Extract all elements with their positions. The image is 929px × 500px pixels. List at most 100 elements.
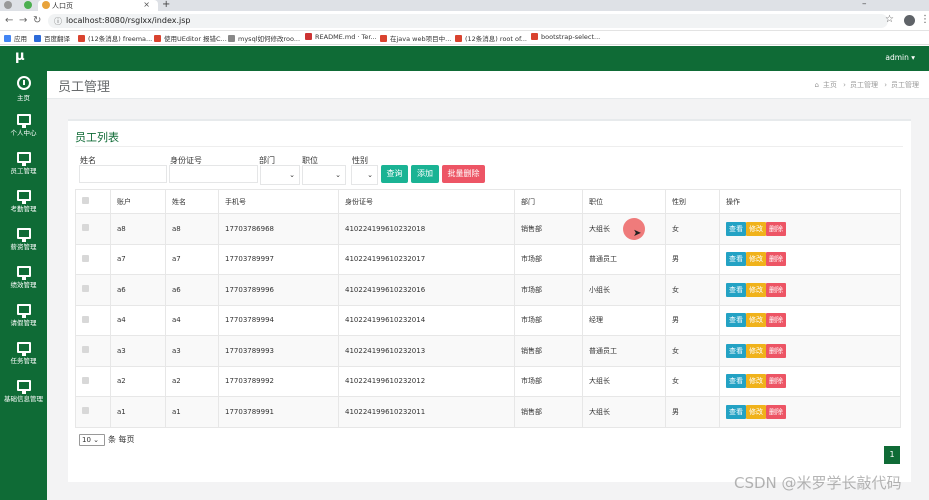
position-filter-select[interactable]: ⌄ [302, 165, 346, 185]
bookmark-item[interactable]: 在java web项目中... [380, 33, 451, 43]
sidebar-item-basic-info[interactable]: 基础信息管理 [0, 375, 47, 413]
add-button[interactable]: 添加 [411, 165, 439, 183]
row-checkbox[interactable] [82, 346, 89, 354]
column-header[interactable]: 部门 [514, 189, 583, 214]
row-checkbox[interactable] [82, 376, 89, 384]
url-field[interactable]: ⓘ localhost:8080/rsglxx/index.jsp [48, 14, 888, 28]
cell-name: a7 [165, 243, 219, 275]
batch-delete-button[interactable]: 批量删除 [442, 165, 485, 183]
name-filter-input[interactable] [79, 165, 167, 183]
breadcrumb-item[interactable]: 员工管理 [850, 81, 878, 89]
edit-button[interactable]: 修改 [746, 374, 766, 389]
view-button[interactable]: 查看 [726, 374, 746, 389]
sidebar-item-salary[interactable]: 薪资管理 [0, 223, 47, 261]
row-checkbox-cell [75, 243, 111, 275]
cell-actions: 查看 修改 删除 [719, 304, 901, 336]
row-checkbox-cell [75, 335, 111, 367]
row-checkbox[interactable] [82, 407, 89, 415]
bookmark-item[interactable]: (12条消息) root of... [455, 33, 527, 43]
edit-button[interactable]: 修改 [746, 252, 766, 267]
bookmark-item[interactable]: bootstrap-select... [531, 33, 600, 41]
browser-menu-icon[interactable]: ⋮ [920, 14, 929, 25]
sidebar-item-attendance[interactable]: 考勤管理 [0, 185, 47, 223]
site-info-icon[interactable]: ⓘ [54, 16, 62, 27]
bookmark-star-icon[interactable]: ☆ [885, 14, 894, 25]
pagination-page-1[interactable]: 1 [884, 446, 900, 464]
monitor-icon [16, 152, 31, 166]
edit-button[interactable]: 修改 [746, 404, 766, 419]
page-title: 员工管理 [58, 80, 111, 95]
new-tab-icon[interactable]: + [162, 0, 170, 10]
cell-phone: 17703789993 [218, 335, 339, 367]
sidebar: 主页 个人中心 员工管理 考勤管理 薪资管理 绩效管理 请假管理 任务管理 基础… [0, 71, 47, 500]
column-header[interactable]: 性别 [665, 189, 720, 214]
bookmark-item[interactable]: 使用UEditor 报错C... [154, 33, 227, 43]
app-logo[interactable]: μ [15, 49, 25, 64]
view-button[interactable]: 查看 [726, 252, 746, 267]
cell-dept: 市场部 [514, 365, 583, 397]
cell-position: 小组长 [582, 274, 666, 306]
back-history-icon[interactable] [4, 1, 12, 9]
view-button[interactable]: 查看 [726, 313, 746, 328]
column-header[interactable]: 手机号 [218, 189, 339, 214]
delete-button[interactable]: 删除 [766, 282, 786, 297]
tab-close-icon[interactable]: × [143, 0, 150, 9]
tab-title: 人口页 [52, 2, 73, 10]
view-button[interactable]: 查看 [726, 404, 746, 419]
delete-button[interactable]: 删除 [766, 313, 786, 328]
id-filter-input[interactable] [169, 165, 258, 183]
browser-tab[interactable]: 人口页 × [38, 0, 158, 11]
forward-icon[interactable]: → [19, 15, 27, 26]
column-header[interactable]: 身份证号 [338, 189, 515, 214]
edit-button[interactable]: 修改 [746, 313, 766, 328]
delete-button[interactable]: 删除 [766, 221, 786, 236]
reload-icon[interactable]: ↻ [33, 15, 41, 26]
back-icon[interactable]: ← [5, 15, 13, 26]
table-row: a2 a2 17703789992 410224199610232012 市场部… [75, 365, 901, 397]
view-button[interactable]: 查看 [726, 343, 746, 358]
search-button[interactable]: 查询 [381, 165, 408, 183]
cell-account: a3 [110, 335, 166, 367]
view-button[interactable]: 查看 [726, 221, 746, 236]
cell-position: 普通员工 [582, 335, 666, 367]
row-checkbox[interactable] [82, 254, 89, 262]
row-checkbox[interactable] [82, 224, 89, 232]
sidebar-item-performance[interactable]: 绩效管理 [0, 261, 47, 299]
row-checkbox[interactable] [82, 315, 89, 323]
delete-button[interactable]: 删除 [766, 404, 786, 419]
column-header[interactable]: 账户 [110, 189, 166, 214]
cell-position: 经理 [582, 304, 666, 336]
edit-button[interactable]: 修改 [746, 221, 766, 236]
delete-button[interactable]: 删除 [766, 374, 786, 389]
select-all-checkbox[interactable] [82, 197, 89, 204]
sidebar-item-tasks[interactable]: 任务管理 [0, 337, 47, 375]
row-checkbox[interactable] [82, 285, 89, 293]
delete-button[interactable]: 删除 [766, 343, 786, 358]
bookmark-item[interactable]: mysql如何修改roo... [228, 33, 300, 43]
bookmark-item[interactable]: 百度翻译 [34, 33, 70, 43]
pinned-tab-icon[interactable] [24, 1, 32, 9]
user-menu[interactable]: admin ▾ [885, 53, 915, 62]
view-button[interactable]: 查看 [726, 282, 746, 297]
sidebar-item-label: 基础信息管理 [4, 395, 43, 403]
url-text[interactable]: localhost:8080/rsglxx/index.jsp [66, 16, 190, 25]
sidebar-item-profile[interactable]: 个人中心 [0, 109, 47, 147]
edit-button[interactable]: 修改 [746, 343, 766, 358]
sidebar-item-home[interactable]: 主页 [0, 71, 47, 109]
dept-filter-select[interactable]: ⌄ [260, 165, 300, 185]
cell-account: a8 [110, 213, 166, 245]
bookmark-item[interactable]: (12条消息) freema... [78, 33, 152, 43]
page-size-select[interactable]: 10 ⌄ [79, 434, 105, 446]
sidebar-item-employees[interactable]: 员工管理 [0, 147, 47, 185]
bookmark-apps[interactable]: 应用 [4, 33, 27, 43]
delete-button[interactable]: 删除 [766, 252, 786, 267]
sidebar-item-leave[interactable]: 请假管理 [0, 299, 47, 337]
breadcrumb-home[interactable]: 主页 [823, 81, 837, 89]
profile-avatar-icon[interactable] [904, 15, 915, 26]
column-header[interactable]: 职位 [582, 189, 666, 214]
bookmark-item[interactable]: README.md · Ter... [305, 33, 377, 41]
gender-filter-select[interactable]: ⌄ [351, 165, 378, 185]
edit-button[interactable]: 修改 [746, 282, 766, 297]
column-header[interactable]: 姓名 [165, 189, 219, 214]
minimize-icon[interactable]: – [862, 0, 867, 9]
